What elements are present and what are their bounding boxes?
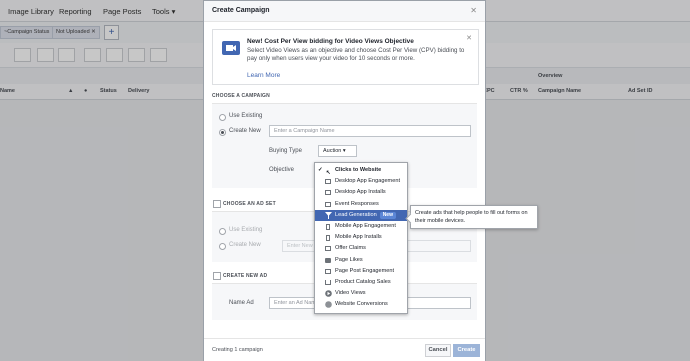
objective-option-page-post-engagement[interactable]: Page Post Engagement bbox=[315, 266, 407, 277]
create-new-radio[interactable] bbox=[219, 243, 226, 250]
new-ad-checkbox[interactable] bbox=[213, 272, 221, 280]
option-label: Product Catalog Sales bbox=[335, 279, 391, 285]
cursor-icon: ↖ bbox=[326, 170, 331, 176]
objective-dropdown: ✓ ↖ Clicks to Website Desktop App Engage… bbox=[314, 162, 408, 314]
close-icon[interactable]: ✕ bbox=[470, 6, 477, 15]
footer-status: Creating 1 campaign bbox=[212, 347, 263, 353]
mobile-icon bbox=[326, 224, 330, 230]
ad-name-label: Name Ad bbox=[229, 300, 254, 306]
close-icon[interactable]: ✕ bbox=[466, 34, 472, 42]
option-label: Website Conversions bbox=[335, 301, 388, 308]
learn-more-link[interactable]: Learn More bbox=[247, 72, 280, 79]
dialog-header: Create Campaign ✕ bbox=[204, 1, 485, 22]
objective-option-video-views[interactable]: Video Views bbox=[315, 288, 407, 299]
section-header-ad-set: CHOOSE AN AD SET bbox=[223, 201, 276, 207]
option-label: Clicks to Website bbox=[335, 167, 382, 173]
objective-option-desktop-app-engagement[interactable]: Desktop App Engagement bbox=[315, 176, 407, 187]
objective-option-mobile-app-engagement[interactable]: Mobile App Engagement bbox=[315, 221, 407, 232]
objective-option-website-conversions[interactable]: Website Conversions bbox=[315, 299, 407, 310]
option-label: Mobile App Installs bbox=[335, 234, 382, 241]
objective-option-offer-claims[interactable]: Offer Claims bbox=[315, 243, 407, 254]
dialog-title: Create Campaign bbox=[212, 7, 270, 14]
lead-generation-tooltip: Create ads that help people to fill out … bbox=[410, 205, 538, 229]
cancel-button[interactable]: Cancel bbox=[425, 344, 451, 357]
option-label: Event Responses bbox=[335, 200, 379, 207]
globe-icon bbox=[325, 301, 332, 309]
promo-banner: New! Cost Per View bidding for Video Vie… bbox=[212, 29, 479, 85]
create-button[interactable]: Create bbox=[453, 344, 480, 357]
new-badge: New bbox=[379, 211, 396, 219]
ad-set-checkbox[interactable] bbox=[213, 200, 221, 208]
objective-option-clicks-to-website[interactable]: ✓ ↖ Clicks to Website bbox=[315, 165, 407, 176]
play-icon bbox=[325, 290, 332, 297]
create-new-label: Create New bbox=[229, 128, 261, 134]
promo-body: Select Video Views as an objective and c… bbox=[247, 47, 465, 63]
post-icon bbox=[325, 268, 331, 274]
desktop-install-icon bbox=[325, 190, 331, 196]
objective-option-lead-generation[interactable]: Lead Generation New bbox=[315, 209, 407, 221]
promo-title: New! Cost Per View bidding for Video Vie… bbox=[247, 38, 414, 45]
cart-icon bbox=[325, 280, 331, 285]
option-label: Lead Generation New bbox=[335, 210, 396, 221]
desktop-icon bbox=[325, 179, 331, 185]
video-camera-icon bbox=[222, 41, 240, 55]
option-label: Page Post Engagement bbox=[335, 267, 395, 274]
filter-icon bbox=[325, 211, 332, 219]
option-label: Mobile App Engagement bbox=[335, 223, 396, 229]
buying-type-select[interactable]: Auction ▾ bbox=[318, 145, 357, 157]
objective-label: Objective bbox=[269, 167, 295, 173]
buying-type-label: Buying Type bbox=[269, 148, 302, 154]
use-existing-radio[interactable] bbox=[219, 228, 226, 235]
option-label: Desktop App Installs bbox=[335, 189, 386, 196]
objective-option-event-responses[interactable]: Event Responses bbox=[315, 199, 407, 210]
option-label: Video Views bbox=[335, 290, 366, 297]
objective-option-page-likes[interactable]: Page Likes bbox=[315, 255, 407, 266]
calendar-icon bbox=[325, 201, 331, 207]
create-new-radio[interactable] bbox=[219, 129, 226, 136]
check-icon: ✓ bbox=[318, 167, 323, 173]
section-header-new-ad: CREATE NEW AD bbox=[223, 273, 268, 279]
section-header-campaign: CHOOSE A CAMPAIGN bbox=[212, 93, 270, 99]
use-existing-label: Use Existing bbox=[229, 113, 263, 119]
use-existing-label: Use Existing bbox=[229, 227, 263, 233]
objective-option-product-catalog-sales[interactable]: Product Catalog Sales bbox=[315, 277, 407, 288]
option-label: Offer Claims bbox=[335, 245, 366, 252]
create-new-label: Create New bbox=[229, 242, 261, 248]
option-label: Desktop App Engagement bbox=[335, 178, 400, 185]
thumbs-up-icon bbox=[325, 257, 331, 263]
objective-option-desktop-app-installs[interactable]: Desktop App Installs bbox=[315, 187, 407, 198]
dialog-footer: Creating 1 campaign Cancel Create bbox=[204, 338, 485, 361]
option-label: Page Likes bbox=[335, 256, 363, 263]
objective-option-mobile-app-installs[interactable]: Mobile App Installs bbox=[315, 232, 407, 243]
campaign-name-input[interactable]: Enter a Campaign Name bbox=[269, 125, 471, 137]
mobile-install-icon bbox=[326, 235, 330, 242]
offer-icon bbox=[325, 246, 331, 252]
use-existing-radio[interactable] bbox=[219, 114, 226, 121]
